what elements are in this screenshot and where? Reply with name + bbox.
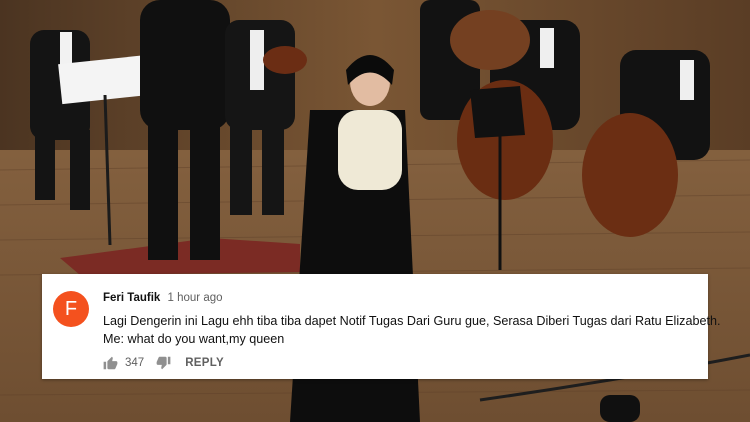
reply-button[interactable]: REPLY (185, 357, 224, 369)
comment-timestamp[interactable]: 1 hour ago (168, 292, 223, 304)
comment-line: Me: what do you want,my queen (103, 332, 285, 346)
avatar[interactable]: F (53, 291, 89, 327)
thumbs-up-icon[interactable] (103, 356, 118, 370)
comment-text: Lagi Dengerin ini Lagu ehh tiba tiba dap… (103, 312, 721, 348)
comment-card: F Feri Taufik 1 hour ago Lagi Dengerin i… (42, 274, 721, 379)
author-name[interactable]: Feri Taufik (103, 292, 160, 304)
comment-line: Lagi Dengerin ini Lagu ehh tiba tiba dap… (103, 314, 721, 328)
like-count: 347 (125, 357, 145, 369)
comment-header: Feri Taufik 1 hour ago (103, 292, 223, 304)
comment-actions: 347 REPLY (103, 355, 224, 371)
thumbs-down-icon[interactable] (156, 356, 171, 370)
